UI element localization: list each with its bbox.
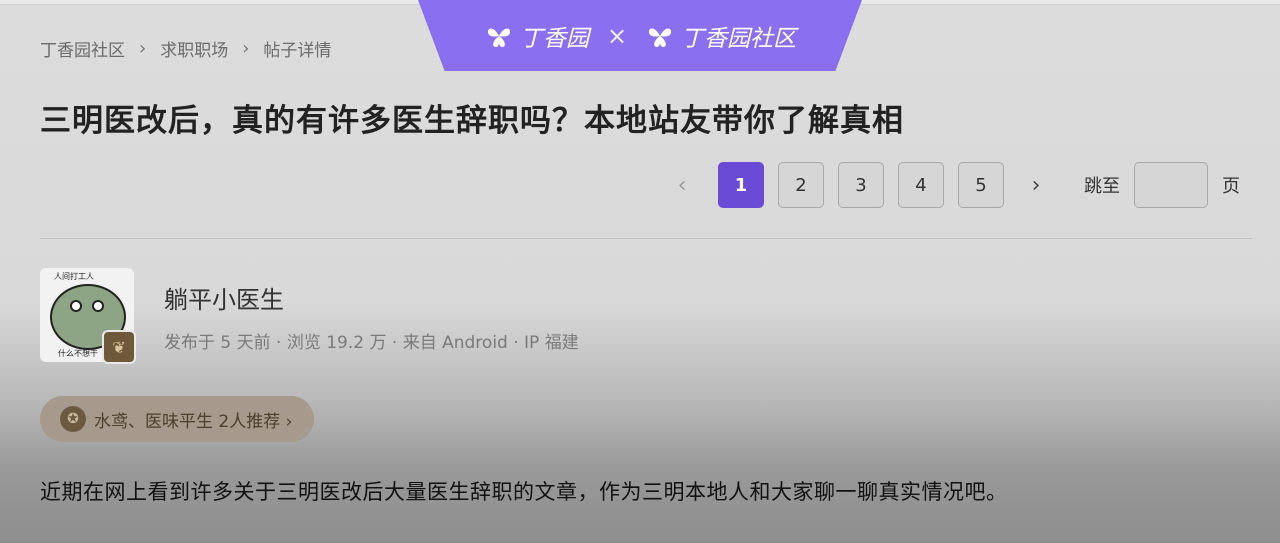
post-title: 三明医改后，真的有许多医生辞职吗？本地站友带你了解真相: [40, 103, 904, 139]
page-button-4[interactable]: 4: [898, 162, 944, 208]
jump-label: 跳至: [1084, 176, 1120, 197]
page-button-1[interactable]: 1: [718, 162, 764, 208]
dxy-community-logo: 丁香园社区: [645, 19, 796, 53]
brand-banner[interactable]: 丁香园 × 丁香园社区: [418, 0, 862, 71]
shield-star-icon: ✪: [60, 406, 86, 432]
chevron-right-icon: ›: [139, 38, 147, 59]
chevron-left-icon[interactable]: ‹: [660, 162, 704, 208]
page-button-5[interactable]: 5: [958, 162, 1004, 208]
breadcrumb-item-current: 帖子详情: [263, 41, 332, 61]
author-name[interactable]: 躺平小医生: [164, 280, 284, 315]
pagination: ‹ 1 2 3 4 5 › 跳至 页: [660, 162, 1240, 208]
post-body: 近期在网上看到许多关于三明医改后大量医生辞职的文章，作为三明本地人和大家聊一聊真…: [40, 480, 1008, 504]
breadcrumb: 丁香园社区 › 求职职场 › 帖子详情: [40, 36, 331, 61]
breadcrumb-item-jobs[interactable]: 求职职场: [160, 36, 228, 61]
avatar-eye: [70, 300, 82, 312]
page-suffix: 页: [1222, 176, 1240, 197]
brand-times-symbol: ×: [606, 21, 628, 50]
flower-icon: [648, 27, 672, 47]
brand-right-text: 丁香园社区: [681, 25, 797, 52]
avatar-caption-top: 人间打工人: [54, 272, 94, 281]
page-jump-input[interactable]: [1134, 162, 1208, 208]
chevron-right-icon[interactable]: ›: [1014, 162, 1058, 208]
post-meta: 发布于 5 天前 · 浏览 19.2 万 · 来自 Android · IP 福…: [164, 333, 579, 353]
brand-left-text: 丁香园: [519, 25, 589, 52]
leaf-badge-icon: ❦: [102, 330, 136, 364]
breadcrumb-item-community[interactable]: 丁香园社区: [40, 36, 125, 61]
avatar-caption-bottom: 什么不想干: [58, 349, 98, 358]
flower-icon: [487, 27, 511, 47]
divider: [40, 238, 1252, 239]
dxy-logo: 丁香园: [484, 19, 589, 53]
recommend-pill[interactable]: ✪ 水鸢、医味平生 2人推荐 ›: [40, 396, 315, 442]
page-button-3[interactable]: 3: [838, 162, 884, 208]
page-background: 丁香园 × 丁香园社区 丁香园社区 › 求职职场 › 帖子详情 三明医改后，真的…: [0, 0, 1280, 543]
chevron-right-icon: ›: [242, 38, 250, 59]
recommend-text: 水鸢、医味平生 2人推荐 ›: [94, 411, 293, 432]
avatar-eye: [92, 300, 104, 312]
page-button-2[interactable]: 2: [778, 162, 824, 208]
page-jump: 跳至 页: [1084, 162, 1240, 208]
